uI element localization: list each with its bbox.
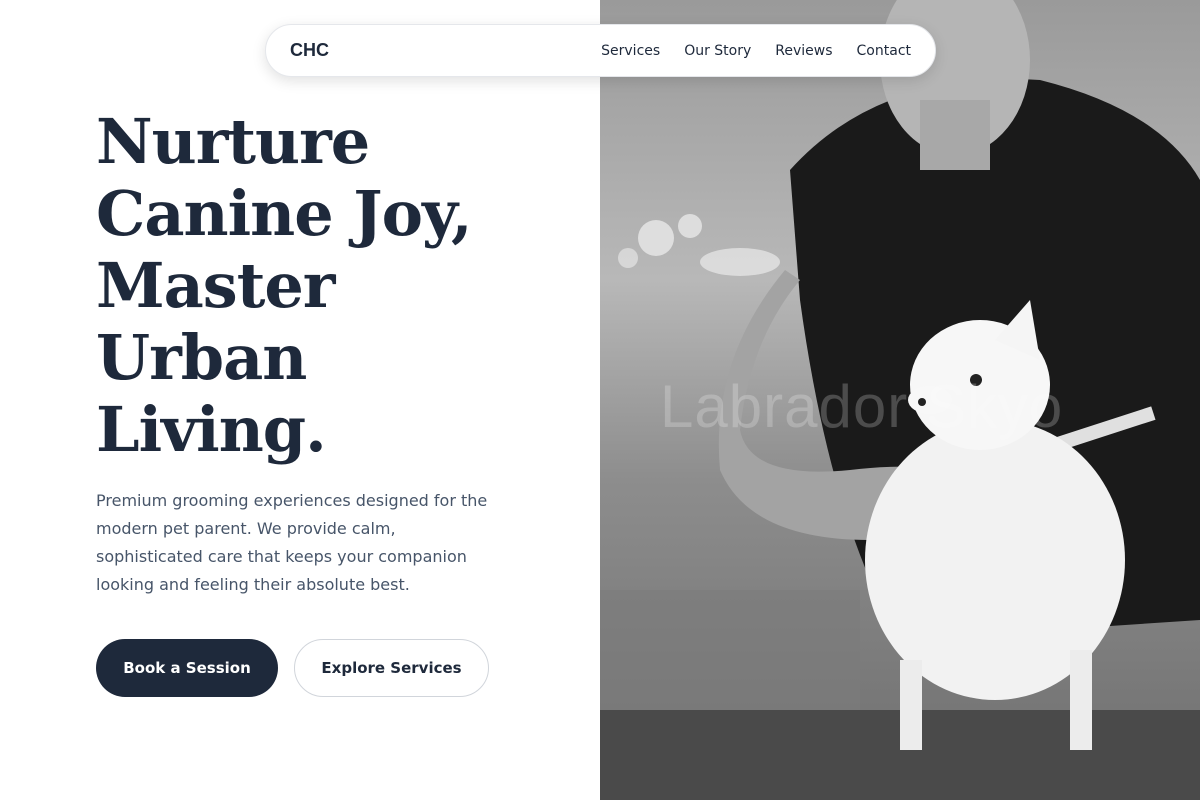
hero-subtext: Premium grooming experiences designed fo…	[96, 491, 488, 594]
headline-line: Master	[96, 249, 335, 322]
top-navbar: CHC Services Our Story Reviews Contact	[265, 24, 936, 77]
nav-link-services[interactable]: Services	[601, 43, 660, 59]
nav-links: Services Our Story Reviews Contact	[601, 43, 911, 59]
headline-line: Urban	[96, 321, 307, 394]
nav-link-our-story[interactable]: Our Story	[684, 43, 751, 59]
nav-link-contact[interactable]: Contact	[857, 43, 911, 59]
brand-logo[interactable]: CHC	[290, 40, 329, 61]
headline-line: Living.	[96, 393, 327, 466]
hero-photo: Labrador Skyo	[600, 0, 1200, 800]
nav-link-reviews[interactable]: Reviews	[775, 43, 832, 59]
explore-services-button[interactable]: Explore Services	[294, 639, 489, 697]
headline-line: Nurture	[96, 105, 370, 178]
watermark-text: Labrador Skyo	[660, 373, 1064, 440]
hero-headline: Nurture Canine Joy, Master Urban Living.	[96, 106, 576, 466]
headline-line: Canine Joy,	[96, 177, 473, 250]
book-session-button[interactable]: Book a Session	[96, 639, 278, 697]
